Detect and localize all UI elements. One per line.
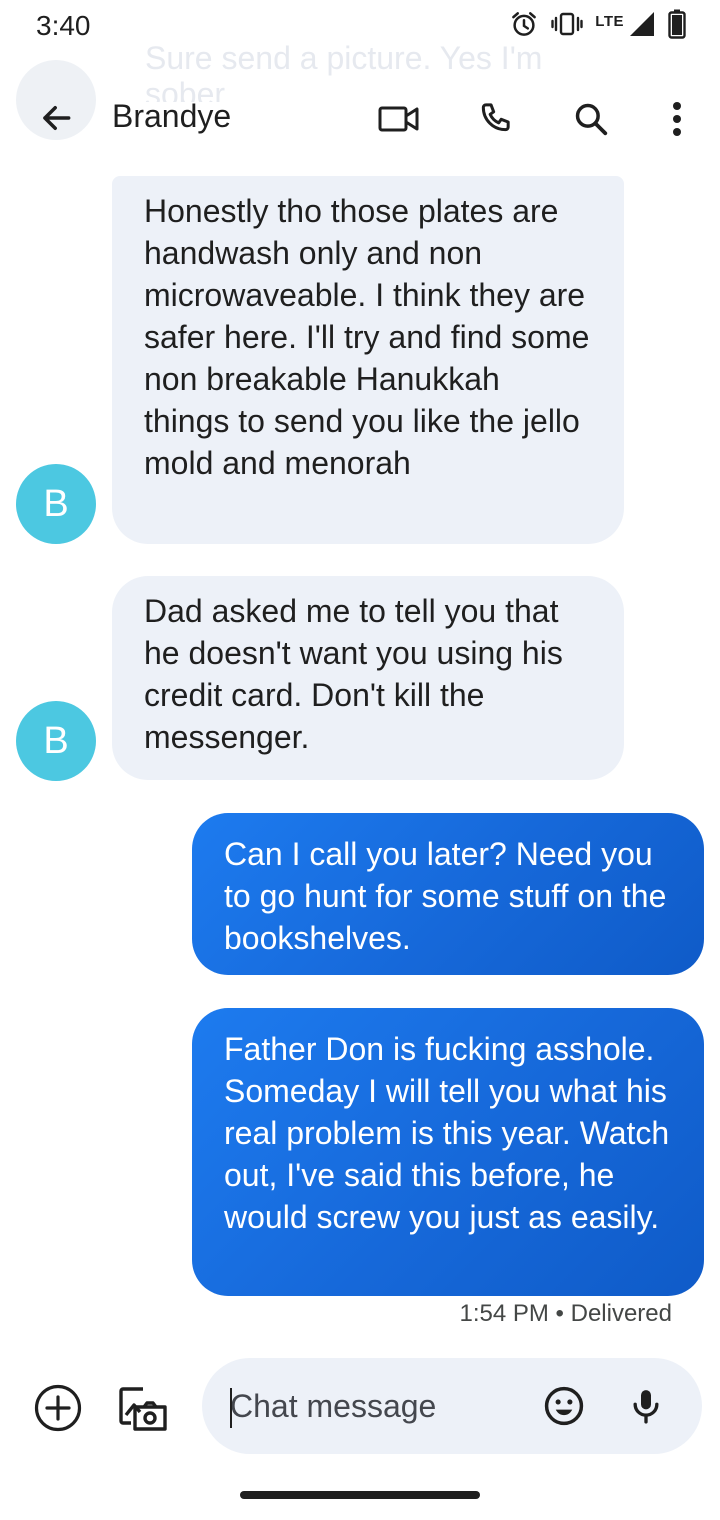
back-button[interactable]	[34, 96, 78, 140]
avatar-initial: B	[43, 482, 69, 525]
phone-icon	[481, 103, 510, 132]
more-options-button[interactable]	[652, 94, 702, 144]
message-delivery-status: 1:54 PM • Delivered	[459, 1300, 673, 1327]
text-cursor	[230, 1388, 232, 1428]
compose-bar	[202, 1358, 702, 1454]
status-time: 3:40	[36, 10, 91, 41]
more-vert-icon	[673, 102, 681, 136]
status-icons: LTE	[509, 9, 686, 44]
message-text: Dad asked me to tell you that he doesn't…	[144, 593, 563, 755]
message-text: Can I call you later? Need you to go hun…	[224, 836, 667, 956]
incoming-message-bubble[interactable]: Honestly tho those plates are handwash o…	[112, 176, 624, 544]
sender-avatar[interactable]: B	[16, 701, 96, 781]
back-arrow-icon	[43, 105, 71, 131]
gallery-camera-button[interactable]	[114, 1380, 170, 1436]
alarm-icon	[509, 9, 539, 44]
outgoing-message-bubble[interactable]: Father Don is fucking asshole. Someday I…	[192, 1008, 704, 1296]
incoming-message-bubble[interactable]: Dad asked me to tell you that he doesn't…	[112, 576, 624, 780]
signal-icon	[628, 10, 656, 43]
outgoing-message-bubble[interactable]: Can I call you later? Need you to go hun…	[192, 813, 704, 975]
add-circle-icon	[34, 1384, 82, 1432]
contact-name[interactable]: Brandye	[112, 98, 231, 135]
avatar-initial: B	[43, 719, 69, 762]
emoji-button[interactable]	[538, 1380, 590, 1432]
network-type: LTE	[595, 12, 624, 30]
message-text: Honestly tho those plates are handwash o…	[144, 193, 590, 481]
voice-call-button[interactable]	[470, 94, 520, 144]
emoji-icon	[544, 1386, 584, 1426]
search-icon	[575, 103, 608, 136]
message-text: Father Don is fucking asshole. Someday I…	[224, 1031, 670, 1235]
video-call-icon	[378, 106, 419, 132]
gallery-camera-icon	[119, 1387, 167, 1431]
add-attachment-button[interactable]	[32, 1382, 84, 1434]
gesture-navigation-bar[interactable]	[240, 1491, 480, 1499]
microphone-icon	[633, 1390, 659, 1424]
battery-icon	[668, 9, 686, 44]
conversation-header: Brandye	[0, 80, 720, 156]
vibrate-icon	[551, 10, 583, 43]
voice-input-button[interactable]	[620, 1380, 672, 1432]
chat-message-input[interactable]	[230, 1358, 530, 1454]
sender-avatar[interactable]: B	[16, 464, 96, 544]
search-button[interactable]	[566, 94, 616, 144]
video-call-button[interactable]	[374, 94, 424, 144]
